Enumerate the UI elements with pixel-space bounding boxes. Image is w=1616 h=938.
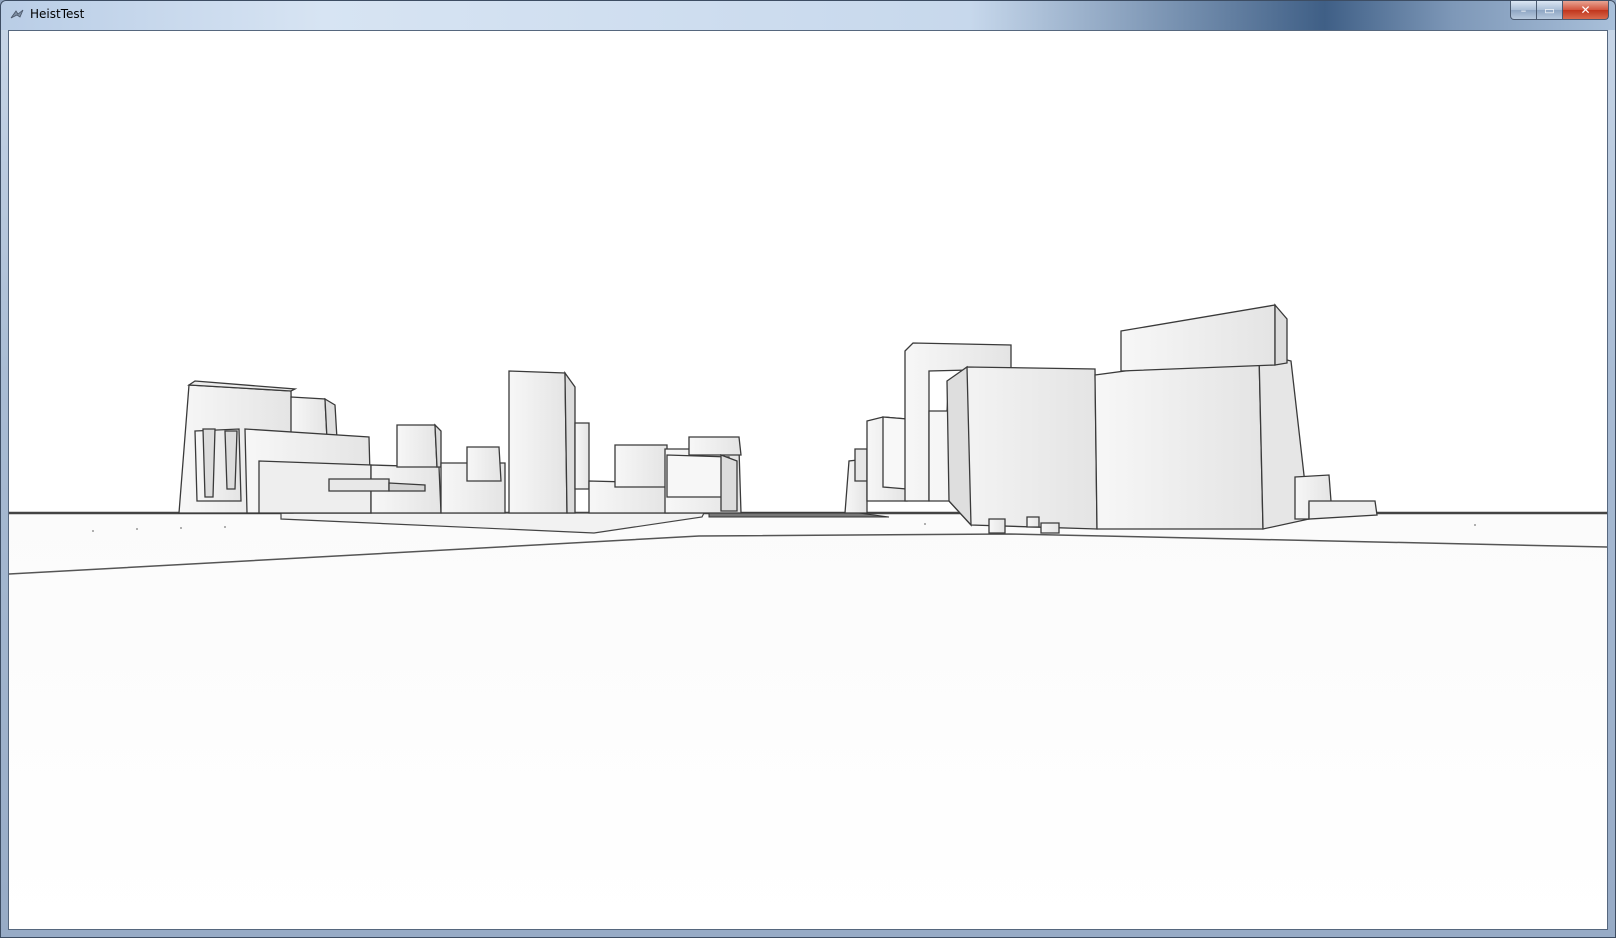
minimize-icon: – <box>1520 3 1527 17</box>
app-icon <box>9 7 25 23</box>
close-button[interactable]: ✕ <box>1563 1 1609 20</box>
window-title: HeistTest <box>30 7 85 21</box>
app-window: HeistTest – ▭ ✕ <box>0 0 1616 938</box>
ground-plane <box>9 513 1607 929</box>
game-viewport[interactable] <box>8 30 1608 930</box>
maximize-button[interactable]: ▭ <box>1537 1 1563 20</box>
caption-buttons: – ▭ ✕ <box>1510 1 1609 21</box>
left-buildings <box>178 370 742 514</box>
title-bar[interactable]: HeistTest – ▭ ✕ <box>1 1 1615 30</box>
close-icon: ✕ <box>1580 3 1591 17</box>
3d-scene <box>9 303 1607 929</box>
minimize-button[interactable]: – <box>1510 1 1537 20</box>
right-buildings <box>844 303 1378 534</box>
maximize-icon: ▭ <box>1544 3 1555 17</box>
